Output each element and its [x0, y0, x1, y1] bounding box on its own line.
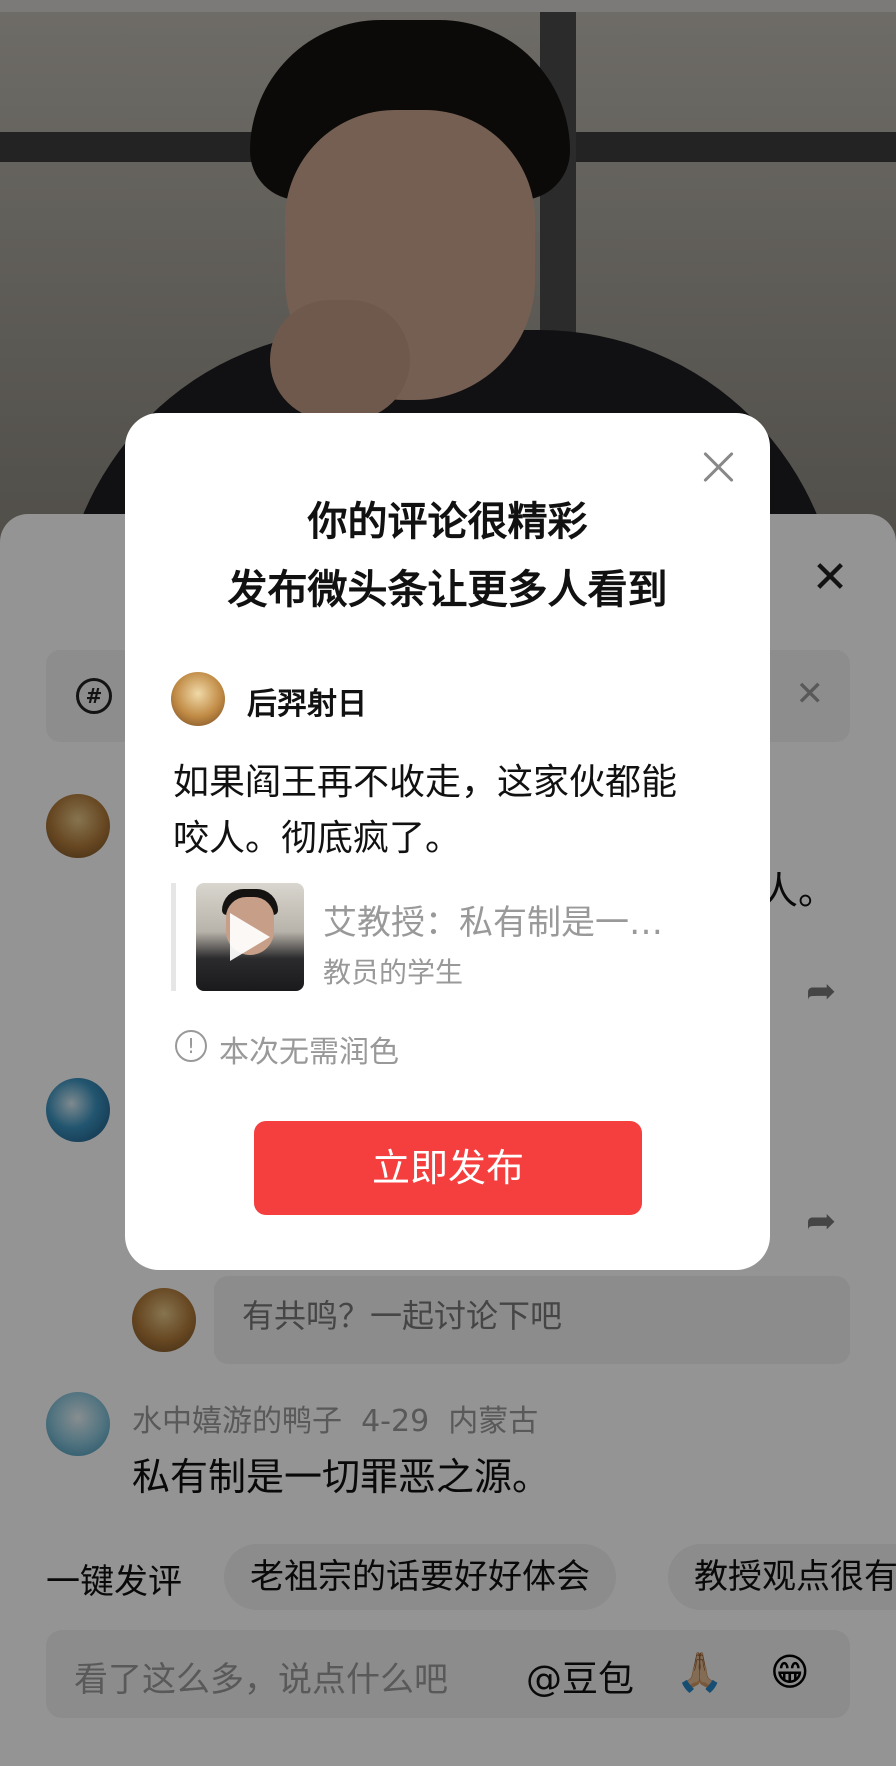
publish-dialog: 你的评论很精彩 发布微头条让更多人看到 后羿射日 如果阎王再不收走，这家伙都能 … — [125, 413, 770, 1270]
publish-button[interactable]: 立即发布 — [254, 1121, 642, 1215]
author-name: 后羿射日 — [247, 687, 367, 722]
info-icon: ! — [175, 1030, 207, 1062]
post-text-line1: 如果阎王再不收走，这家伙都能 — [173, 762, 678, 803]
quoted-video-title: 艾教授：私有制是一… — [323, 903, 663, 943]
play-icon — [230, 913, 270, 961]
quote-divider — [171, 883, 176, 991]
quoted-video-author: 教员的学生 — [323, 956, 464, 989]
post-text-line2: 咬人。彻底疯了。 — [173, 818, 462, 859]
dialog-title-line1: 你的评论很精彩 — [307, 499, 588, 545]
quoted-video-thumbnail — [196, 883, 304, 991]
author-avatar — [171, 672, 225, 726]
dialog-title-line2: 发布微头条让更多人看到 — [227, 567, 668, 613]
close-icon[interactable] — [702, 451, 734, 483]
info-text: 本次无需润色 — [219, 1035, 399, 1070]
